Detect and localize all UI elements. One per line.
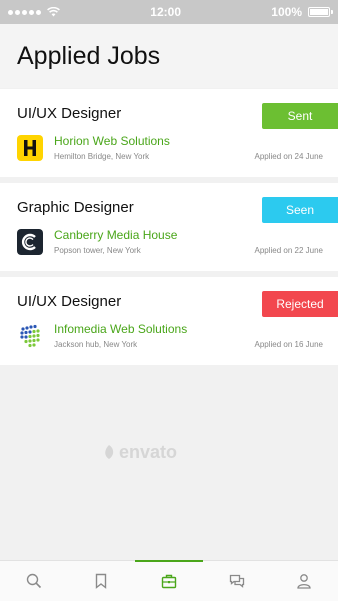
search-icon	[26, 573, 41, 589]
bottom-nav	[0, 560, 338, 601]
company-address: Jackson hub, New York	[54, 340, 138, 349]
status-button[interactable]: Sent	[262, 103, 338, 129]
company-address: Hemilton Bridge, New York	[54, 152, 150, 161]
watermark-text: envato	[119, 441, 178, 462]
letter-h-logo-icon	[17, 135, 43, 161]
company-name[interactable]: Horion Web Solutions	[54, 134, 170, 148]
header: Applied Jobs	[0, 24, 338, 88]
signal-dots-icon	[8, 9, 41, 15]
job-title: UI/UX Designer	[17, 105, 122, 122]
nav-applied[interactable]	[135, 560, 203, 601]
nav-saved[interactable]	[68, 561, 136, 601]
dot-grid-logo-icon	[20, 324, 40, 348]
battery-percent: 100%	[271, 5, 302, 19]
status-bar: 12:00 100%	[0, 0, 338, 24]
watermark: envato	[102, 440, 202, 464]
battery-icon	[308, 7, 333, 17]
signal-group	[8, 7, 60, 17]
battery-group: 100%	[271, 5, 333, 19]
leaf-icon	[105, 445, 114, 459]
company-name[interactable]: Canberry Media House	[54, 228, 177, 242]
nav-search[interactable]	[0, 561, 68, 601]
bookmark-icon	[96, 573, 107, 589]
briefcase-icon	[161, 574, 177, 589]
page-title: Applied Jobs	[17, 41, 161, 70]
job-title: UI/UX Designer	[17, 293, 122, 310]
status-button[interactable]: Rejected	[262, 291, 338, 317]
wifi-icon	[47, 7, 60, 17]
job-card[interactable]: UI/UX Designer Rejected Infomedia Web So…	[0, 277, 338, 365]
company-name[interactable]: Infomedia Web Solutions	[54, 322, 187, 336]
job-card[interactable]: UI/UX Designer Sent Horion Web Solutions…	[0, 89, 338, 177]
applied-date: Applied on 22 June	[254, 246, 324, 255]
chat-icon	[229, 574, 244, 588]
job-card[interactable]: Graphic Designer Seen Canberry Media Hou…	[0, 183, 338, 271]
status-button[interactable]: Seen	[262, 197, 338, 223]
job-title: Graphic Designer	[17, 199, 134, 216]
profile-icon	[297, 574, 311, 589]
nav-messages[interactable]	[203, 561, 271, 601]
clock: 12:00	[150, 5, 181, 19]
applied-date: Applied on 24 June	[254, 152, 324, 161]
company-address: Popson tower, New York	[54, 246, 141, 255]
applied-date: Applied on 16 June	[254, 340, 324, 349]
nav-profile[interactable]	[270, 561, 338, 601]
letter-c-logo-icon	[17, 229, 43, 255]
